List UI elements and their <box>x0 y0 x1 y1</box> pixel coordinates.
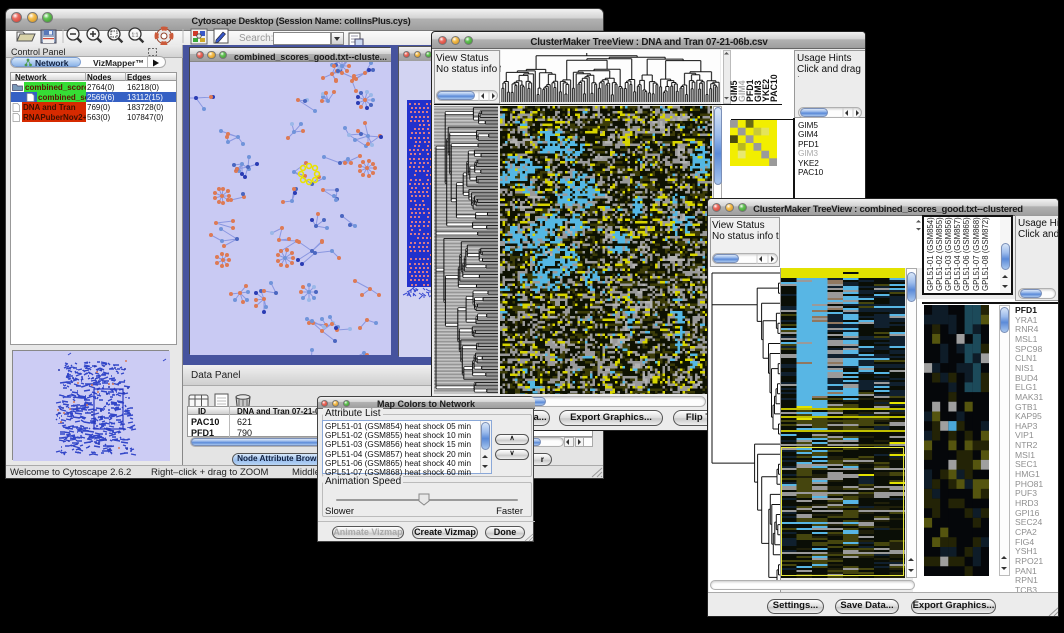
svg-text:1:1: 1:1 <box>132 33 139 39</box>
